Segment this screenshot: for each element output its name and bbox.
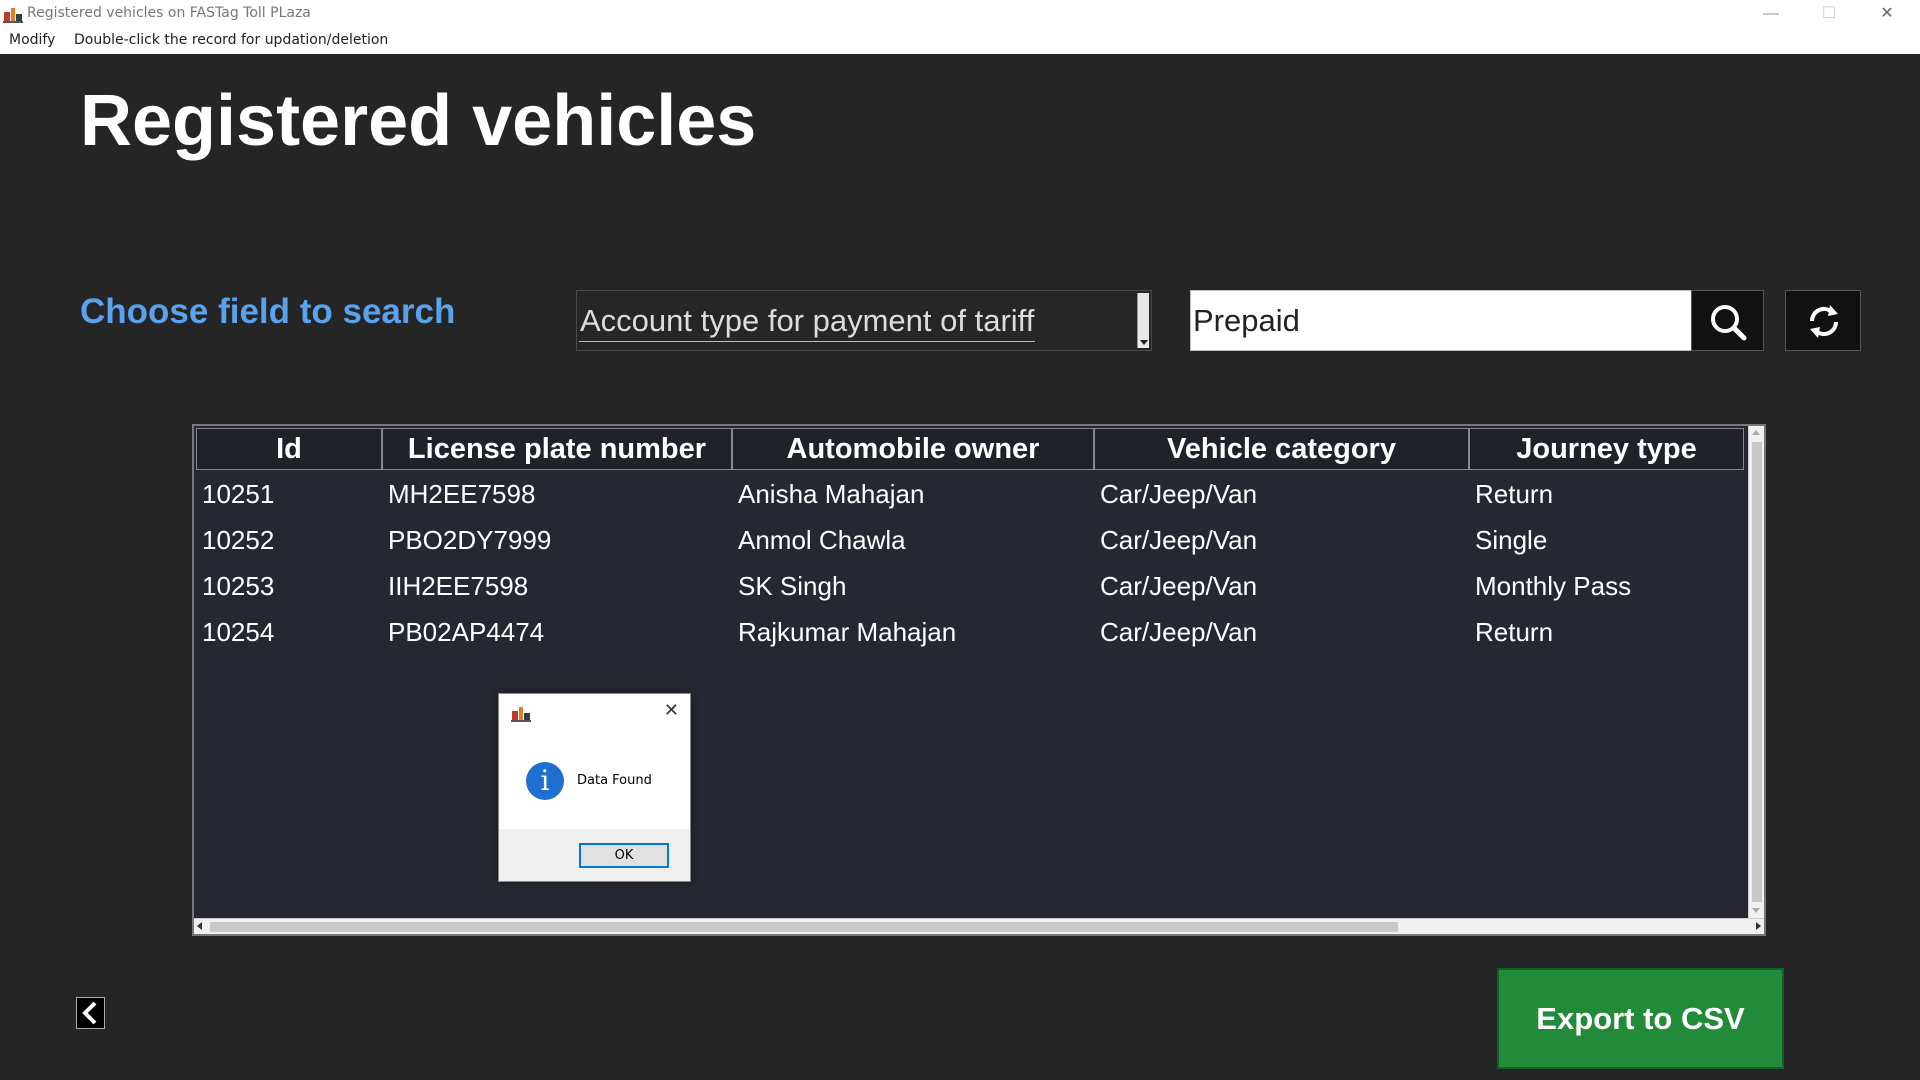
- cell-category: Car/Jeep/Van: [1100, 479, 1258, 509]
- scroll-up-icon[interactable]: [1749, 426, 1764, 440]
- search-field-select[interactable]: Account type for payment of tariff: [576, 290, 1152, 351]
- horizontal-scrollbar[interactable]: [194, 918, 1764, 934]
- cell-id: 10254: [202, 617, 275, 647]
- page-title: Registered vehicles: [80, 81, 757, 161]
- search-input[interactable]: [1190, 290, 1692, 351]
- cell-category: Car/Jeep/Van: [1100, 525, 1258, 555]
- menu-modify[interactable]: Modify: [9, 32, 55, 48]
- cell-journey: Return: [1475, 617, 1554, 647]
- export-csv-button[interactable]: Export to CSV: [1497, 968, 1784, 1069]
- horizontal-scroll-thumb[interactable]: [210, 922, 1398, 932]
- info-dialog: ✕ i Data Found OK: [498, 693, 691, 882]
- search-button[interactable]: [1691, 290, 1764, 351]
- app-icon: [3, 8, 23, 23]
- column-header-category[interactable]: Vehicle category: [1094, 428, 1469, 470]
- table-header: Id License plate number Automobile owner…: [196, 428, 1751, 470]
- cell-owner: Rajkumar Mahajan: [738, 617, 957, 647]
- cell-plate: PB02AP4474: [388, 617, 545, 647]
- cell-journey: Single: [1475, 525, 1548, 555]
- cell-plate: PBO2DY7999: [388, 525, 552, 555]
- back-button[interactable]: [76, 997, 105, 1029]
- vertical-scrollbar[interactable]: [1748, 426, 1764, 918]
- cell-owner: SK Singh: [738, 571, 847, 601]
- refresh-button[interactable]: [1785, 290, 1861, 351]
- close-icon[interactable]: ✕: [664, 702, 679, 720]
- refresh-icon: [1809, 305, 1839, 338]
- table-row[interactable]: 10253 IIH2EE7598 SK Singh Car/Jeep/Van M…: [194, 563, 1749, 609]
- cell-owner: Anmol Chawla: [738, 525, 906, 555]
- info-icon: i: [526, 762, 564, 800]
- ok-button[interactable]: OK: [579, 843, 669, 868]
- menu-hint[interactable]: Double-click the record for updation/del…: [74, 32, 388, 48]
- vehicles-table[interactable]: Id License plate number Automobile owner…: [192, 424, 1766, 936]
- close-window-button[interactable]: ✕: [1858, 0, 1916, 28]
- cell-id: 10253: [202, 571, 275, 601]
- cell-category: Car/Jeep/Van: [1100, 617, 1258, 647]
- dropdown-arrow-icon[interactable]: [1137, 293, 1149, 348]
- minimize-button[interactable]: —: [1742, 0, 1800, 28]
- window-title: Registered vehicles on FASTag Toll PLaza: [27, 5, 311, 21]
- dialog-footer: OK: [499, 829, 690, 881]
- cell-category: Car/Jeep/Van: [1100, 571, 1258, 601]
- table-row[interactable]: 10251 MH2EE7598 Anisha Mahajan Car/Jeep/…: [194, 471, 1749, 517]
- cell-journey: Return: [1475, 479, 1554, 509]
- search-field-value: Account type for payment of tariff: [579, 303, 1036, 342]
- column-header-plate[interactable]: License plate number: [382, 428, 732, 470]
- vertical-scroll-thumb[interactable]: [1752, 442, 1762, 902]
- back-arrow-icon: [82, 1001, 97, 1025]
- cell-id: 10252: [202, 525, 275, 555]
- cell-plate: MH2EE7598: [388, 479, 536, 509]
- cell-owner: Anisha Mahajan: [738, 479, 925, 509]
- search-icon: [1711, 305, 1747, 341]
- scroll-down-icon[interactable]: [1749, 904, 1764, 918]
- app-icon: [511, 707, 531, 722]
- column-header-owner[interactable]: Automobile owner: [732, 428, 1094, 470]
- cell-journey: Monthly Pass: [1475, 571, 1632, 601]
- title-bar: Registered vehicles on FASTag Toll PLaza…: [0, 0, 1920, 28]
- maximize-button[interactable]: ☐: [1800, 0, 1858, 28]
- dialog-message: Data Found: [577, 773, 652, 788]
- table-row[interactable]: 10252 PBO2DY7999 Anmol Chawla Car/Jeep/V…: [194, 517, 1749, 563]
- column-header-journey[interactable]: Journey type: [1469, 428, 1744, 470]
- table-row[interactable]: 10254 PB02AP4474 Rajkumar Mahajan Car/Je…: [194, 609, 1749, 655]
- cell-plate: IIH2EE7598: [388, 571, 529, 601]
- menu-bar: Modify Double-click the record for updat…: [0, 28, 1920, 54]
- cell-id: 10251: [202, 479, 275, 509]
- search-field-label: Choose field to search: [80, 292, 456, 331]
- column-header-id[interactable]: Id: [196, 428, 382, 470]
